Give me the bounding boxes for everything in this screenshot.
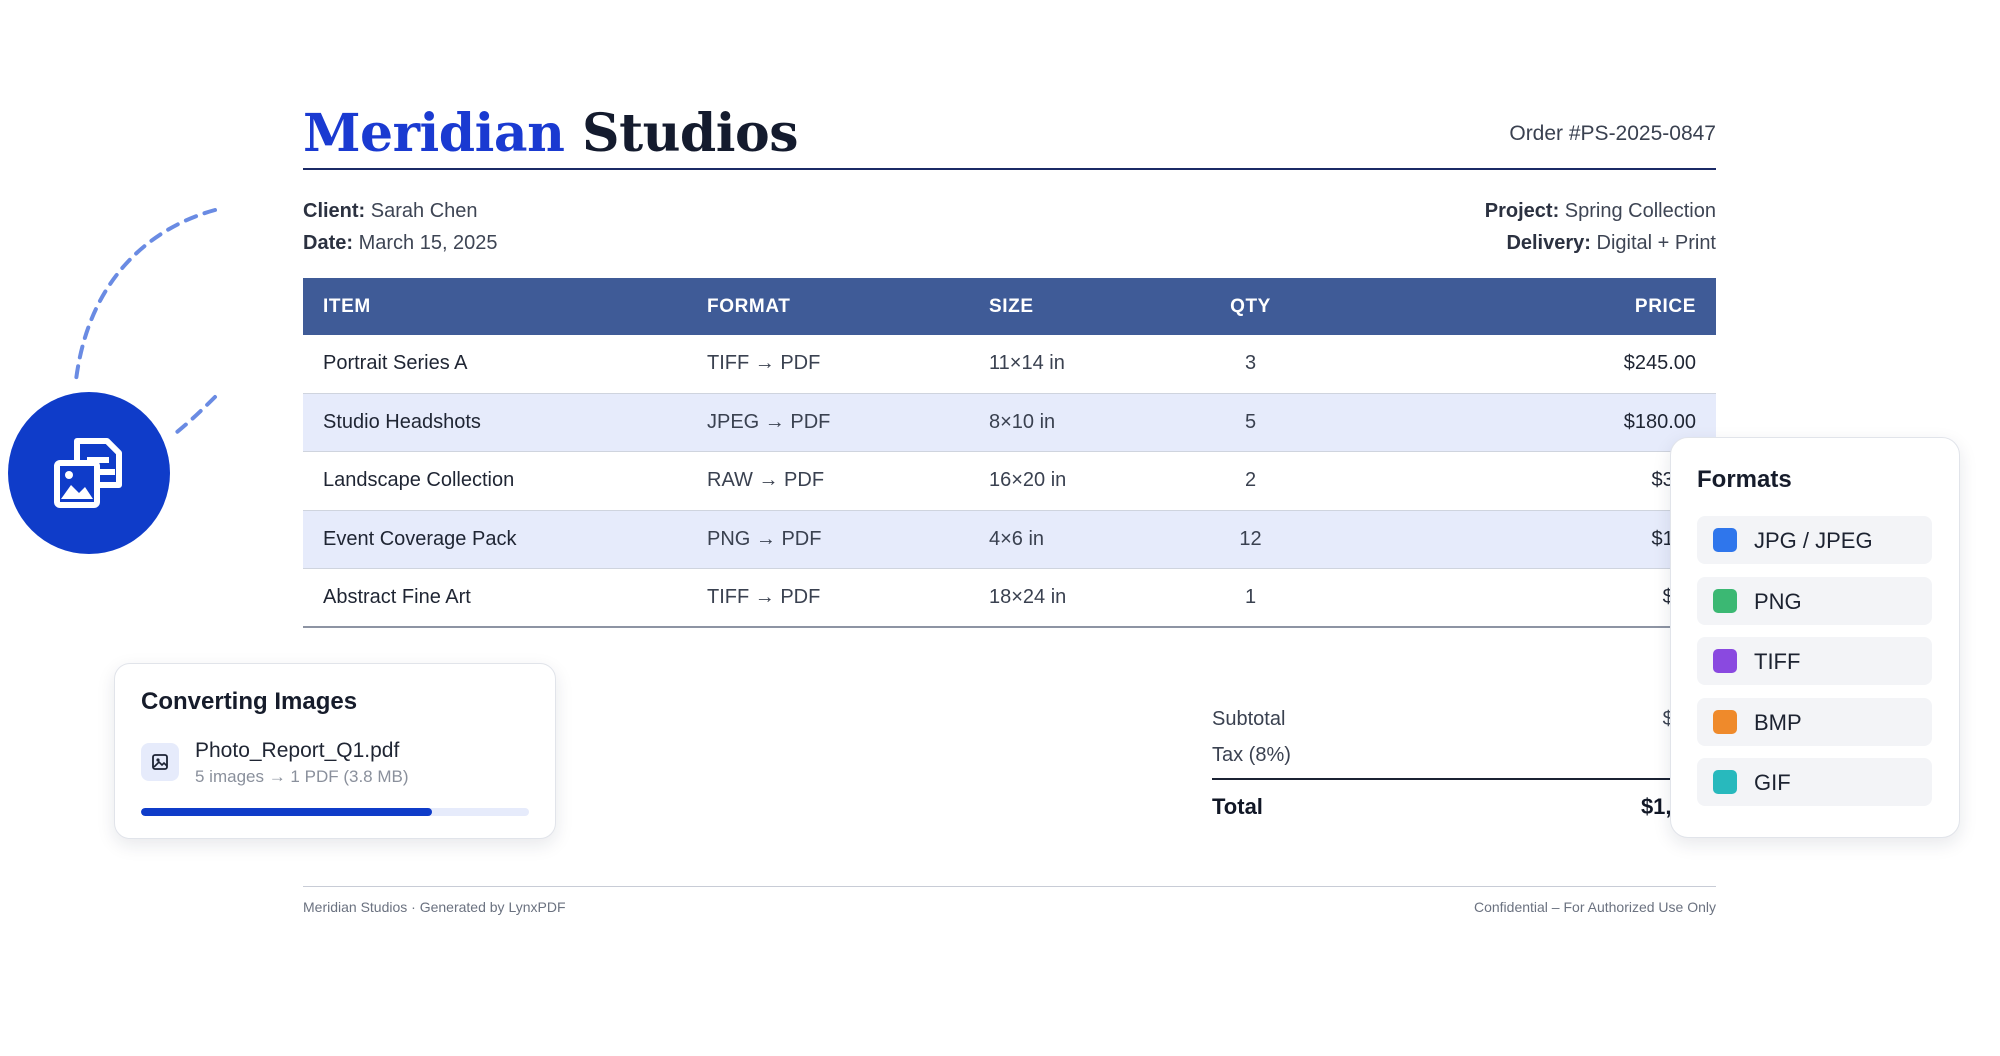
cell-price: $180.00 [1332, 393, 1716, 453]
project-value: Spring Collection [1564, 200, 1716, 222]
file-name: Photo_Report_Q1.pdf [195, 739, 400, 762]
format-item-png[interactable]: PNG [1697, 576, 1932, 625]
cell-size: 18×24 in [969, 568, 1169, 628]
table-row: Portrait Series A TIFF → PDF 11×14 in 3 … [303, 335, 1716, 394]
footer-right-text: Confidential – For Authorized Use Only [1473, 899, 1716, 915]
order-number: Order #PS-2025-0847 [1509, 122, 1716, 145]
format-color-swatch [1713, 588, 1737, 613]
cell-format: PNG → PDF [687, 510, 969, 570]
format-item-bmp[interactable]: BMP [1697, 697, 1932, 746]
table-header-row: ITEM FORMAT SIZE QTY PRICE [303, 278, 1716, 335]
cell-format: RAW → PDF [687, 451, 969, 511]
cell-price: $144 [1332, 510, 1716, 570]
table-row: Event Coverage Pack PNG → PDF 4×6 in 12 … [303, 510, 1716, 570]
conversion-progress-bar [141, 808, 529, 816]
formats-panel: Formats JPG / JPEG PNG TIFF BMP GIF [1670, 437, 1960, 838]
format-color-swatch [1713, 770, 1737, 794]
cell-format: TIFF → PDF [687, 335, 969, 394]
totals-block: Subtotal $98 Tax (8%) $7 Total $1,06 [1212, 700, 1716, 822]
project-label: Project: [1484, 200, 1560, 222]
conversion-progress-fill [141, 808, 432, 816]
cell-qty: 1 [1169, 568, 1332, 628]
table-row: Abstract Fine Art TIFF → PDF 18×24 in 1 … [303, 568, 1716, 628]
invoice-document: Meridian Studios Order #PS-2025-0847 Cli… [303, 100, 1716, 915]
document-footer: Meridian Studios · Generated by LynxPDF … [303, 886, 1716, 926]
format-label: JPG / JPEG [1754, 528, 1873, 553]
order-meta: Client: Sarah Chen Date: March 15, 2025 … [303, 170, 1716, 278]
file-thumbnail [141, 743, 179, 781]
format-label: TIFF [1754, 649, 1801, 674]
delivery-label: Delivery: [1506, 232, 1591, 254]
cell-price: $98 [1332, 568, 1716, 628]
column-header-item: ITEM [323, 295, 371, 317]
table-row: Landscape Collection RAW → PDF 16×20 in … [303, 451, 1716, 511]
brand-title: Meridian Studios [303, 104, 798, 164]
cell-price: $245.00 [1332, 335, 1716, 394]
formats-list: JPG / JPEG PNG TIFF BMP GIF [1697, 516, 1932, 819]
client-label: Client: [303, 200, 366, 222]
image-icon [152, 754, 168, 770]
document-image-icon [54, 438, 122, 508]
document-image-badge [8, 392, 170, 554]
cell-item: Abstract Fine Art [303, 568, 687, 628]
column-header-price: PRICE [1634, 295, 1696, 317]
column-header-qty: QTY [1230, 295, 1271, 317]
column-header-size: SIZE [989, 295, 1034, 317]
cell-qty: 3 [1169, 335, 1332, 394]
format-label: BMP [1754, 709, 1802, 735]
file-detail: 5 images → 1 PDF (3.8 MB) [195, 767, 409, 786]
format-color-swatch [1713, 709, 1737, 734]
format-item-jpg[interactable]: JPG / JPEG [1697, 516, 1932, 564]
project-line: Project: Spring Collection [1485, 200, 1716, 223]
tax-label: Tax (8%) [1212, 744, 1291, 766]
format-color-swatch [1713, 528, 1737, 552]
footer-left-text: Meridian Studios · Generated by LynxPDF [303, 899, 566, 915]
cell-item: Landscape Collection [303, 451, 687, 511]
converting-title: Converting Images [141, 688, 358, 715]
formats-title: Formats [1697, 466, 1792, 493]
client-line: Client: Sarah Chen [303, 200, 478, 223]
client-value: Sarah Chen [370, 200, 478, 222]
total-label: Total [1212, 794, 1263, 819]
column-header-format: FORMAT [707, 295, 791, 317]
format-item-tiff[interactable]: TIFF [1697, 637, 1932, 685]
cell-item: Studio Headshots [303, 393, 687, 453]
items-table: ITEM FORMAT SIZE QTY PRICE Portrait Seri… [303, 278, 1716, 628]
total-row: Total $1,06 [1212, 778, 1716, 822]
format-item-gif[interactable]: GIF [1697, 758, 1932, 806]
table-row: Studio Headshots JPEG → PDF 8×10 in 5 $1… [303, 393, 1716, 453]
format-label: PNG [1754, 588, 1802, 614]
cell-qty: 12 [1169, 510, 1332, 570]
cell-item: Event Coverage Pack [303, 510, 687, 570]
brand-first-word: Meridian [303, 103, 565, 164]
document-header: Meridian Studios Order #PS-2025-0847 [303, 100, 1716, 170]
cell-price: $320 [1332, 451, 1716, 511]
cell-format: TIFF → PDF [687, 568, 969, 628]
cell-qty: 2 [1169, 451, 1332, 511]
converting-images-card: Converting Images Photo_Report_Q1.pdf 5 … [114, 663, 556, 839]
date-value: March 15, 2025 [358, 232, 498, 254]
cell-size: 11×14 in [969, 335, 1169, 394]
delivery-value: Digital + Print [1596, 232, 1717, 254]
delivery-line: Delivery: Digital + Print [1506, 232, 1716, 255]
cell-format: JPEG → PDF [687, 393, 969, 453]
cell-size: 4×6 in [969, 510, 1169, 570]
format-label: GIF [1754, 770, 1791, 795]
format-color-swatch [1713, 649, 1737, 673]
tax-row: Tax (8%) $7 [1212, 736, 1716, 772]
subtotal-label: Subtotal [1212, 708, 1286, 730]
date-line: Date: March 15, 2025 [303, 232, 498, 255]
brand-second-word: Studios [582, 103, 798, 164]
subtotal-row: Subtotal $98 [1212, 700, 1716, 736]
cell-size: 8×10 in [969, 393, 1169, 453]
cell-item: Portrait Series A [303, 335, 687, 394]
date-label: Date: [303, 232, 354, 254]
cell-qty: 5 [1169, 393, 1332, 453]
cell-size: 16×20 in [969, 451, 1169, 511]
